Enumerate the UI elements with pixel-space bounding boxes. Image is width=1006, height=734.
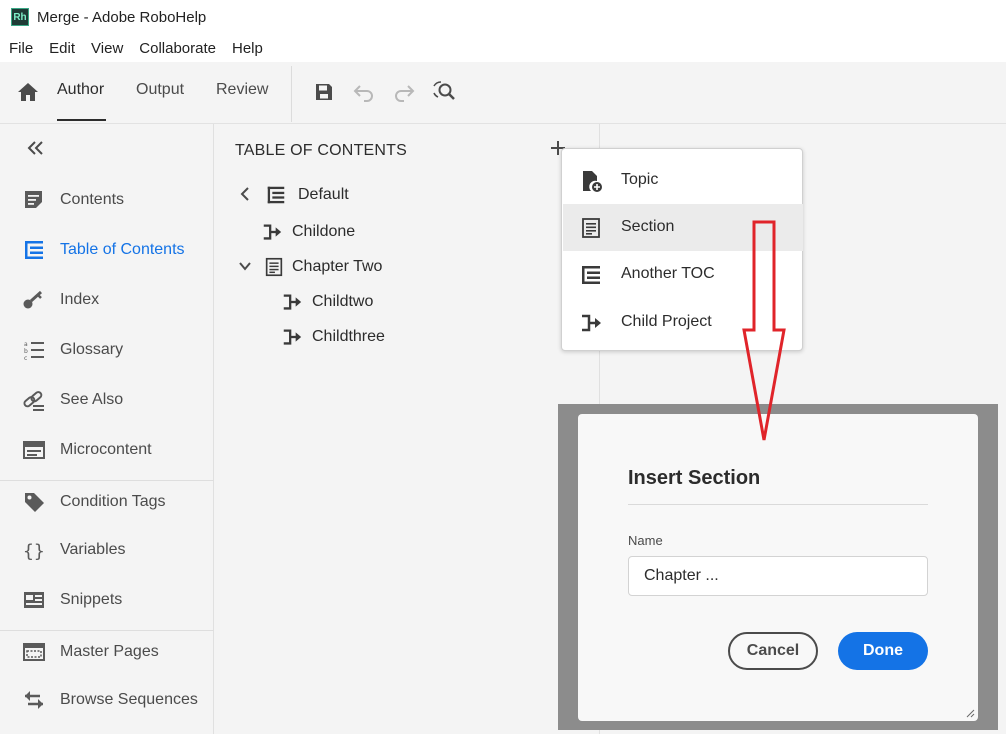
panel-title: TABLE OF CONTENTS	[235, 142, 408, 159]
sidebar-item-master-pages[interactable]: Master Pages	[0, 632, 214, 672]
sidebar-item-label: Snippets	[60, 591, 123, 608]
redo-icon[interactable]	[392, 80, 416, 104]
menu-bar: File Edit View Collaborate Help	[0, 34, 1006, 62]
toc-icon	[267, 186, 285, 204]
child-project-icon	[283, 294, 302, 310]
sidebar-item-label: Master Pages	[60, 643, 159, 660]
child-project-icon	[263, 224, 282, 240]
tree-item-childone[interactable]: Childone	[234, 218, 434, 246]
topic-add-icon	[583, 171, 602, 192]
sidebar-item-label: Index	[60, 291, 100, 308]
tree-item-label: Chapter Two	[292, 258, 383, 275]
sidebar-item-label: Contents	[60, 191, 125, 208]
sidebar-item-table-of-contents[interactable]: Table of Contents	[0, 230, 214, 270]
window-title: Merge - Adobe RoboHelp	[37, 8, 207, 26]
menu-collaborate[interactable]: Collaborate	[139, 40, 216, 57]
sidebar-item-contents[interactable]: Contents	[0, 180, 214, 220]
snippet-icon	[24, 592, 44, 608]
key-icon	[23, 290, 43, 309]
sidebar-item-label: See Also	[60, 391, 124, 408]
child-project-icon	[283, 329, 302, 345]
sidebar-divider	[0, 480, 214, 481]
tree-item-label: Childone	[292, 223, 356, 240]
sidebar-item-condition-tags[interactable]: Condition Tags	[0, 482, 214, 522]
sidebar-divider	[0, 630, 214, 631]
tree-item-childtwo[interactable]: Childtwo	[234, 288, 434, 316]
sidebar-item-microcontent[interactable]: Microcontent	[0, 430, 214, 470]
left-sidebar: Contents Table of Contents Index a b c G…	[0, 124, 214, 734]
menu-item-label: Child Project	[621, 313, 712, 330]
name-label: Name	[628, 533, 663, 548]
browse-sequence-icon	[25, 691, 43, 709]
svg-text:b: b	[24, 348, 28, 355]
menu-item-label: Section	[621, 218, 675, 235]
done-button[interactable]: Done	[838, 632, 928, 670]
tree-item-chapter-two[interactable]: Chapter Two	[234, 253, 434, 281]
section-icon	[582, 218, 600, 238]
home-icon[interactable]	[16, 80, 40, 104]
menu-help[interactable]: Help	[232, 40, 263, 57]
tree-item-default[interactable]: Default	[234, 181, 434, 209]
dialog-divider	[628, 504, 928, 505]
save-icon[interactable]	[312, 80, 336, 104]
chevron-down-icon[interactable]	[238, 257, 252, 275]
top-toolbar: Author Output Review	[0, 62, 1006, 124]
menu-item-label: Another TOC	[621, 265, 715, 282]
master-page-icon	[23, 643, 45, 661]
cancel-button[interactable]: Cancel	[728, 632, 818, 670]
sidebar-item-snippets[interactable]: Snippets	[0, 580, 214, 620]
menu-item-topic[interactable]: Topic	[563, 157, 803, 204]
collapse-sidebar-icon[interactable]	[24, 138, 46, 158]
toolbar-divider	[291, 66, 292, 122]
annotation-arrow-icon	[742, 220, 786, 441]
insert-section-dialog: Insert Section Name Cancel Done	[578, 414, 978, 721]
toc-icon	[582, 266, 600, 284]
find-replace-icon[interactable]	[432, 80, 456, 104]
sidebar-item-label: Variables	[60, 541, 126, 558]
menu-file[interactable]: File	[9, 40, 33, 57]
tree-item-label: Childtwo	[312, 293, 374, 310]
svg-text:{}: {}	[23, 541, 45, 562]
tag-icon	[25, 493, 44, 512]
toc-icon	[25, 241, 43, 259]
sidebar-item-variables[interactable]: {} Variables	[0, 530, 214, 570]
menu-edit[interactable]: Edit	[49, 40, 75, 57]
glossary-icon: a b c	[24, 341, 44, 362]
sidebar-item-label: Table of Contents	[60, 241, 185, 258]
tab-output[interactable]: Output	[136, 81, 184, 99]
sidebar-item-label: Browse Sequences	[60, 691, 198, 708]
chevron-left-icon[interactable]	[238, 185, 252, 203]
name-input[interactable]	[628, 556, 928, 596]
tab-review[interactable]: Review	[216, 81, 268, 99]
see-also-icon	[23, 391, 44, 411]
sidebar-item-see-also[interactable]: See Also	[0, 380, 214, 420]
sidebar-item-label: Condition Tags	[60, 493, 166, 510]
active-tab-indicator	[57, 119, 106, 121]
sidebar-item-glossary[interactable]: a b c Glossary	[0, 330, 214, 370]
robohelp-logo-icon: Rh	[11, 8, 29, 26]
title-bar: Rh Merge - Adobe RoboHelp	[0, 0, 1006, 34]
sidebar-item-label: Microcontent	[60, 441, 152, 458]
tree-item-childthree[interactable]: Childthree	[234, 323, 434, 351]
tab-author[interactable]: Author	[57, 81, 104, 99]
svg-text:a: a	[24, 341, 28, 348]
sidebar-item-index[interactable]: Index	[0, 280, 214, 320]
svg-text:c: c	[24, 355, 27, 362]
resize-grip-icon[interactable]	[965, 708, 975, 718]
toc-panel: TABLE OF CONTENTS Default Childone Chapt…	[214, 124, 600, 734]
sidebar-item-label: Glossary	[60, 341, 124, 358]
dialog-title: Insert Section	[628, 467, 761, 489]
braces-icon: {}	[23, 541, 45, 562]
tree-item-label: Childthree	[312, 328, 385, 345]
contents-icon	[25, 191, 42, 208]
undo-icon[interactable]	[352, 80, 376, 104]
child-project-icon	[582, 314, 601, 332]
microcontent-icon	[23, 441, 45, 459]
sidebar-item-browse-sequences[interactable]: Browse Sequences	[0, 680, 214, 720]
menu-view[interactable]: View	[91, 40, 123, 57]
menu-item-label: Topic	[621, 171, 659, 188]
tree-item-label: Default	[298, 186, 349, 203]
section-icon	[265, 257, 283, 277]
